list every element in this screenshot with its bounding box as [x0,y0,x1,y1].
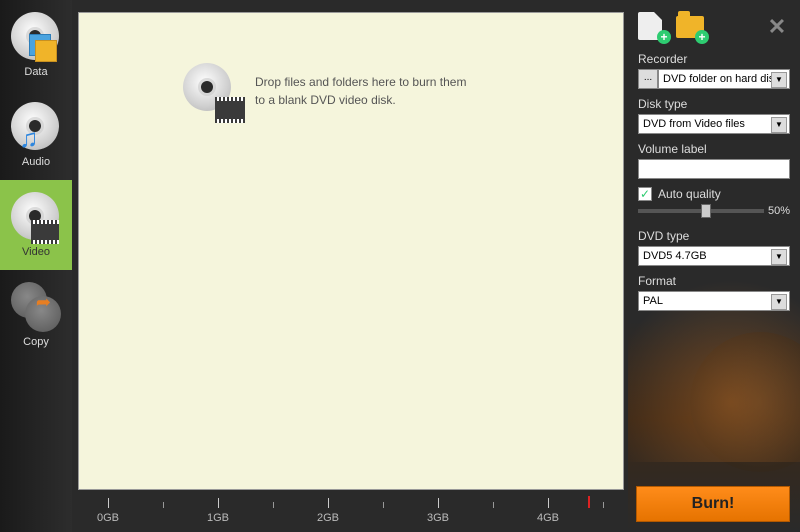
sidebar-item-label: Copy [23,336,49,348]
drop-text: Drop files and folders here to burn them… [255,73,466,109]
recorder-label: Recorder [638,52,790,66]
recorder-browse-button[interactable]: ... [638,69,658,89]
ruler-label: 2GB [317,512,339,524]
quality-value: 50% [768,205,790,217]
plus-icon: + [695,30,709,44]
volume-label-label: Volume label [638,142,790,156]
dvd-type-label: DVD type [638,229,790,243]
add-folder-button[interactable]: + [676,12,706,42]
toolbar: + + ✕ [638,8,790,46]
sidebar: Data ♫ Audio Video ➦ Copy [0,0,72,532]
ruler-label: 4GB [537,512,559,524]
sidebar-item-label: Audio [22,156,50,168]
sidebar-item-video[interactable]: Video [0,180,72,270]
settings-panel: + + ✕ Recorder ... DVD folder on hard di… [628,0,800,532]
close-button[interactable]: ✕ [764,14,790,40]
dvd-video-icon [183,63,239,119]
sidebar-item-data[interactable]: Data [0,0,72,90]
video-disc-icon [11,192,61,242]
burn-button[interactable]: Burn! [636,486,790,522]
ruler-label: 0GB [97,512,119,524]
disk-type-label: Disk type [638,97,790,111]
format-select[interactable]: PAL [638,291,790,311]
add-file-button[interactable]: + [638,12,668,42]
data-disc-icon [11,12,61,62]
sidebar-item-label: Data [24,66,47,78]
disk-type-select[interactable]: DVD from Video files [638,114,790,134]
auto-quality-checkbox[interactable]: ✓ [638,187,652,201]
ruler-label: 3GB [427,512,449,524]
sidebar-item-audio[interactable]: ♫ Audio [0,90,72,180]
ruler-label: 1GB [207,512,229,524]
drop-area[interactable]: Drop files and folders here to burn them… [78,12,624,490]
volume-label-input[interactable] [638,159,790,179]
recorder-select[interactable]: DVD folder on hard disk [658,69,790,89]
drop-hint: Drop files and folders here to burn them… [183,63,623,119]
sidebar-item-label: Video [22,246,50,258]
quality-slider[interactable] [638,209,764,213]
audio-disc-icon: ♫ [11,102,61,152]
sidebar-item-copy[interactable]: ➦ Copy [0,270,72,360]
plus-icon: + [657,30,671,44]
dvd-type-select[interactable]: DVD5 4.7GB [638,246,790,266]
auto-quality-label: Auto quality [658,187,721,201]
disc-capacity-marker [588,496,590,508]
copy-disc-icon: ➦ [11,282,61,332]
size-ruler: 0GB 1GB 2GB 3GB 4GB [78,494,624,530]
format-label: Format [638,274,790,288]
slider-thumb[interactable] [701,204,711,218]
